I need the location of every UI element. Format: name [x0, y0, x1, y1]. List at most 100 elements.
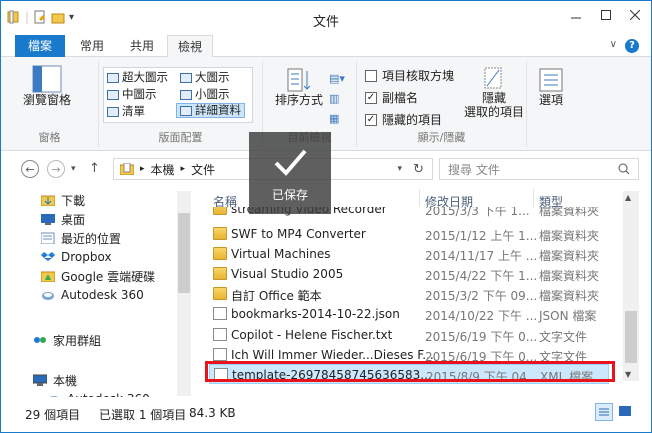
recent-places-icon — [41, 232, 55, 244]
recent-locations-icon[interactable]: ▾ — [71, 164, 76, 174]
hide-selected-label: 隱藏 選取的項目 — [463, 91, 524, 119]
navigation-pane-button[interactable]: 瀏覽窗格 — [15, 65, 79, 107]
nav-item-label: 家用群組 — [53, 333, 102, 348]
nav-item-downloads[interactable]: 下載 — [41, 191, 85, 209]
nav-item-label: 下載 — [61, 193, 86, 208]
nav-item-label: Autodesk 360 — [61, 288, 144, 302]
forward-button[interactable]: → — [47, 160, 65, 178]
column-divider[interactable] — [419, 189, 420, 207]
nav-item-recent-places[interactable]: 最近的位置 — [41, 229, 121, 247]
tab-share[interactable]: 共用 — [117, 35, 167, 57]
hidden-items-checkbox[interactable]: ✓ — [365, 113, 377, 126]
minimize-button[interactable] — [563, 6, 589, 24]
layout-details[interactable]: 詳細資料 — [176, 103, 245, 118]
address-dropdown-icon[interactable]: ▾ — [397, 164, 402, 174]
table-row[interactable]: 自訂 Office 範本 2015/3/2 下午 09... 檔案資料夾 — [209, 284, 609, 304]
breadcrumb-documents[interactable]: 文件 — [191, 161, 215, 178]
refresh-icon[interactable]: ↻ — [413, 162, 424, 177]
options-button[interactable]: 選項 — [531, 67, 571, 107]
layout-large-icons[interactable]: 大圖示 — [180, 70, 230, 85]
desktop-icon — [41, 214, 55, 225]
table-row[interactable]: Virtual Machines 2014/11/17 上午 ... 檔案資料夾 — [209, 244, 609, 264]
status-bar: 29 個項目 已選取 1 個項目 84.3 KB — [1, 397, 651, 432]
ribbon-collapse-icon[interactable]: ∨ — [610, 39, 617, 50]
help-icon[interactable]: ? — [625, 39, 639, 53]
navigation-pane-scrollbar[interactable] — [177, 191, 191, 396]
documents-folder-icon — [120, 163, 134, 175]
details-view-button[interactable] — [595, 403, 613, 421]
scroll-down-icon[interactable]: ▼ — [625, 370, 631, 379]
table-row[interactable]: Visual Studio 2005 2015/4/22 下午 1... 檔案資料夾 — [209, 264, 609, 284]
nav-item-desktop[interactable]: 桌面 — [41, 210, 85, 228]
details-view-icon — [599, 408, 609, 416]
title-bar: | ▾ 文件 — [1, 1, 651, 35]
group-layout-label: 版面配置 — [158, 131, 203, 144]
table-row[interactable]: Copilot - Helene Fischer.txt 2015/6/19 下午… — [209, 325, 609, 345]
hide-selected-button[interactable]: 隱藏 選取的項目 — [463, 67, 525, 119]
table-row[interactable]: SWF to MP4 Converter 2015/1/12 上午 1... 檔案資… — [209, 224, 609, 244]
downloads-folder-icon — [41, 195, 55, 206]
large-icons-icon — [180, 72, 192, 83]
column-divider[interactable] — [533, 189, 534, 207]
saved-toast: 已保存 — [249, 132, 331, 214]
navigation-pane-scroll-thumb[interactable] — [178, 213, 190, 293]
large-icons-view-button[interactable] — [617, 403, 635, 421]
file-extensions-toggle[interactable]: ✓ 副檔名 — [365, 89, 418, 106]
layout-item-label: 大圖示 — [195, 70, 230, 84]
back-button[interactable]: ← — [21, 160, 39, 178]
dropbox-icon — [41, 252, 55, 261]
close-button[interactable] — [621, 6, 649, 24]
search-input[interactable]: 搜尋 文件 — [448, 161, 500, 178]
file-extensions-label: 副檔名 — [382, 91, 419, 105]
table-row[interactable]: bookmarks-2014-10-22.json 2014/10/22 下午 .… — [209, 304, 609, 324]
file-type: 檔案資料夾 — [539, 229, 600, 243]
file-icon — [213, 348, 227, 361]
maximize-button[interactable] — [593, 6, 619, 24]
search-box[interactable]: 搜尋 文件 — [439, 158, 639, 180]
layout-list[interactable]: 清單 — [107, 104, 145, 119]
layout-item-label: 清單 — [122, 104, 145, 118]
tab-home[interactable]: 常用 — [69, 35, 115, 57]
file-name: Visual Studio 2005 — [231, 267, 344, 281]
layout-medium-icons[interactable]: 中圖示 — [107, 87, 157, 102]
options-icon — [539, 68, 563, 92]
breadcrumb-this-pc[interactable]: 本機 — [151, 161, 175, 178]
up-arrow-icon[interactable]: ↑ — [89, 161, 100, 176]
file-date: 2015/1/12 上午 1... — [425, 229, 538, 243]
file-name: Copilot - Helene Fischer.txt — [231, 328, 393, 342]
extra-large-icons-icon — [107, 72, 119, 83]
nav-item-this-pc[interactable]: 本機 — [33, 371, 77, 389]
nav-item-autodesk-360[interactable]: Autodesk 360 — [41, 286, 144, 304]
layout-item-label: 超大圖示 — [122, 70, 168, 84]
nav-item-dropbox[interactable]: Dropbox — [41, 248, 112, 266]
hidden-items-toggle[interactable]: ✓ 隱藏的項目 — [365, 111, 442, 128]
file-date: 2015/6/19 下午 0... — [425, 330, 538, 344]
tab-file[interactable]: 檔案 — [15, 35, 65, 57]
saved-toast-label: 已保存 — [271, 188, 308, 202]
file-extensions-checkbox[interactable]: ✓ — [365, 91, 377, 104]
list-icon — [107, 106, 119, 117]
nav-item-homegroup[interactable]: 家用群組 — [33, 331, 101, 349]
nav-item-google-drive[interactable]: Google 雲端硬碟 — [41, 267, 155, 285]
item-checkboxes-checkbox[interactable] — [365, 69, 377, 82]
layout-extra-large-icons[interactable]: 超大圖示 — [107, 70, 168, 85]
navigation-pane-label: 瀏覽窗格 — [22, 93, 71, 107]
item-checkboxes-toggle[interactable]: 項目核取方塊 — [365, 67, 454, 84]
layout-item-label: 中圖示 — [122, 87, 157, 101]
group-by-icon[interactable]: ▤▾ ▥ ▦ — [329, 69, 345, 129]
small-icons-icon — [180, 89, 192, 100]
layout-small-icons[interactable]: 小圖示 — [180, 87, 230, 102]
tab-view[interactable]: 檢視 — [167, 35, 213, 58]
sort-by-button[interactable]: 排序方式 — [271, 67, 327, 107]
scroll-up-icon[interactable]: ▲ — [625, 193, 631, 202]
file-list-scrollbar[interactable]: ▲ ▼ — [623, 191, 639, 381]
group-show-hide-label: 顯示/隱藏 — [417, 131, 466, 144]
medium-icons-icon — [107, 89, 119, 100]
layout-item-label: 詳細資料 — [195, 103, 241, 117]
file-list-scroll-thumb[interactable] — [625, 311, 637, 363]
status-size: 84.3 KB — [189, 406, 236, 420]
details-icon — [180, 105, 192, 116]
file-name: Virtual Machines — [231, 247, 331, 261]
highlight-selected-file — [205, 361, 615, 382]
options-label: 選項 — [538, 93, 563, 107]
